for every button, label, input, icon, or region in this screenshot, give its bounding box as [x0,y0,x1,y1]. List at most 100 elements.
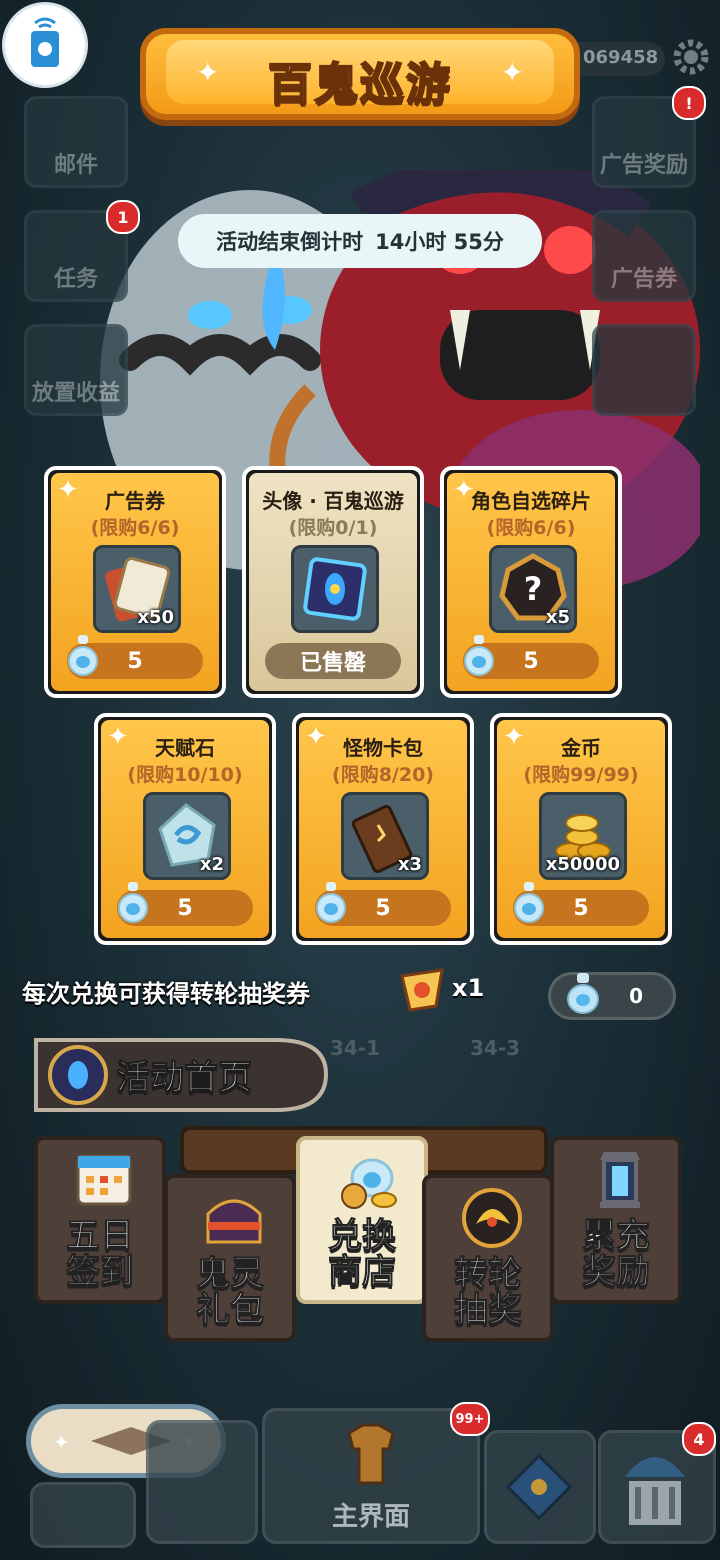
calendar-icon [76,1154,132,1206]
gift-chest-icon [206,1199,262,1244]
wheel-ticket-icon [398,966,448,1016]
shop-item-face: 头像 · 百鬼巡游 (限购0/1) 已售罄 [249,473,417,691]
stage-label: 34-3 [469,1036,520,1060]
spirit-bottle-icon [118,882,148,923]
nav-building-badge: 4 [682,1422,716,1456]
shop-item-card[interactable]: ✦ 广告券 (限购6/6) x50 5 [44,466,226,698]
buy-button[interactable]: 5 [117,882,253,926]
wheel-mask-icon [462,1188,522,1248]
tab-gift-chest[interactable]: 鬼灵 礼包 [164,1174,296,1342]
nav-puzzle-button[interactable] [484,1430,596,1544]
tab-label: 兑换 商店 [328,1216,397,1292]
title-ribbon: ✦ ✦ 百鬼巡游 [140,28,580,120]
buy-button[interactable]: 5 [463,635,599,679]
nav-left-1[interactable] [30,1482,136,1548]
shop-item-limit: (限购10/10) [127,764,243,786]
shop-item-card[interactable]: ✦ 角色自选碎片 (限购6/6)? x5 5 [440,466,622,698]
shop-item-qty: x50 [137,607,174,628]
avatar-frame-icon [303,557,367,621]
nav-main-badge: 99+ [450,1402,490,1436]
ad-reward-badge: ! [672,86,706,120]
shop-item-card[interactable]: ✦ 怪物卡包 (限购8/20) x3 5 [292,713,474,945]
gear-icon[interactable] [672,38,710,76]
buy-button[interactable]: 5 [513,882,649,926]
mail-button[interactable]: 邮件 [24,96,128,188]
currency-display: 069458 [565,42,665,76]
shop-item-limit: (限购6/6) [486,517,576,539]
shop-item-name: 角色自选碎片 [471,489,591,513]
activity-home-label: 活动首页 [116,1058,253,1099]
balance-value: 0 [629,984,643,1008]
task-badge: 1 [106,200,140,234]
svg-text:?: ? [524,570,543,608]
countdown-value: 14小时 55分 [375,230,504,254]
nav-main-button[interactable]: 主界面 [262,1408,480,1544]
page-title: 百鬼巡游 [267,58,452,111]
currency-amount: 069458 [583,47,659,68]
spirit-bottle-balance: 0 [548,972,676,1020]
shop-item-slot: x50 [93,545,181,633]
shop-item-face: ✦ 角色自选碎片 (限购6/6)? x5 5 [447,473,615,691]
idle-reward-label: 放置收益 [31,381,120,406]
svg-text:✦: ✦ [53,1430,70,1454]
idle-reward-button[interactable]: 放置收益 [24,324,128,416]
shop-item-face: ✦ 金币 (限购99/99) x50000 5 [497,720,665,938]
task-label: 任务 [53,267,98,292]
mail-label: 邮件 [53,153,98,178]
shop-item-qty: x3 [397,854,422,875]
tab-label: 五日 签到 [66,1216,135,1292]
shop-item-face: ✦ 广告券 (限购6/6) x50 5 [51,473,219,691]
buy-button[interactable]: 5 [67,635,203,679]
armor-icon [347,1423,395,1485]
exchange-note: 每次兑换可获得转轮抽奖券 [22,980,310,1008]
shop-item-name: 广告券 [105,489,165,513]
ad-ticket-button[interactable]: 广告券 [592,210,696,302]
shop-item-card[interactable]: ✦ 天赋石 (限购10/10) x2 5 [94,713,276,945]
shop-item-slot: x2 [143,792,231,880]
tab-label: 转轮 抽奖 [454,1254,523,1330]
nav-main-label: 主界面 [331,1502,410,1532]
shop-item-price: 5 [523,648,539,674]
shop-item-name: 怪物卡包 [343,736,423,760]
sold-out-label: 已售罄 [265,643,401,679]
shop-item-limit: (限购99/99) [523,764,639,786]
buy-button[interactable]: 5 [315,882,451,926]
shop-item-card[interactable]: ✦ 金币 (限购99/99) x50000 5 [490,713,672,945]
shop-item-price: 5 [375,895,391,921]
shop-item-limit: (限购0/1) [288,517,378,539]
exchange-bottle-icon [341,1158,397,1209]
shop-item-slot: x50000 [539,792,627,880]
lantern-icon [600,1152,640,1208]
spirit-bottle-icon [316,882,346,923]
side-button-right-3[interactable] [592,324,696,416]
countdown-label: 活动结束倒计时 [216,230,364,254]
ad-ticket-label: 广告券 [610,267,677,292]
shop-item-slot: ? x5 [489,545,577,633]
tab-calendar[interactable]: 五日 签到 [34,1136,166,1304]
nav-left-2[interactable] [146,1420,258,1544]
exchange-qty: x1 [452,974,485,1002]
tab-exchange-bottle[interactable]: 兑换 商店 [296,1136,428,1304]
shop-item-slot: x3 [341,792,429,880]
countdown-banner: 活动结束倒计时 14小时 55分 [178,214,542,268]
tab-label: 累充 奖励 [582,1216,651,1292]
shop-item-qty: x50000 [545,854,620,875]
spirit-bottle-icon [514,882,544,923]
spirit-bottle-icon [68,635,98,676]
shop-item-limit: (限购6/6) [90,517,180,539]
shop-item-price: 5 [127,648,143,674]
tab-lantern[interactable]: 累充 奖励 [550,1136,682,1304]
shop-item-name: 天赋石 [155,736,215,760]
shop-item-name: 头像 · 百鬼巡游 [262,489,404,513]
shop-item-qty: x5 [545,607,570,628]
shop-item-slot [291,545,379,633]
shop-item-price: 5 [573,895,589,921]
shop-item-card: 头像 · 百鬼巡游 (限购0/1) 已售罄 [242,466,424,698]
shop-item-name: 金币 [561,736,601,760]
tab-wheel-mask[interactable]: 转轮 抽奖 [422,1174,554,1342]
broadcast-icon[interactable] [2,2,88,88]
shop-item-qty: x2 [199,854,224,875]
tab-label: 鬼灵 礼包 [196,1254,265,1330]
shop-item-limit: (限购8/20) [332,764,434,786]
puzzle-icon [505,1453,573,1521]
